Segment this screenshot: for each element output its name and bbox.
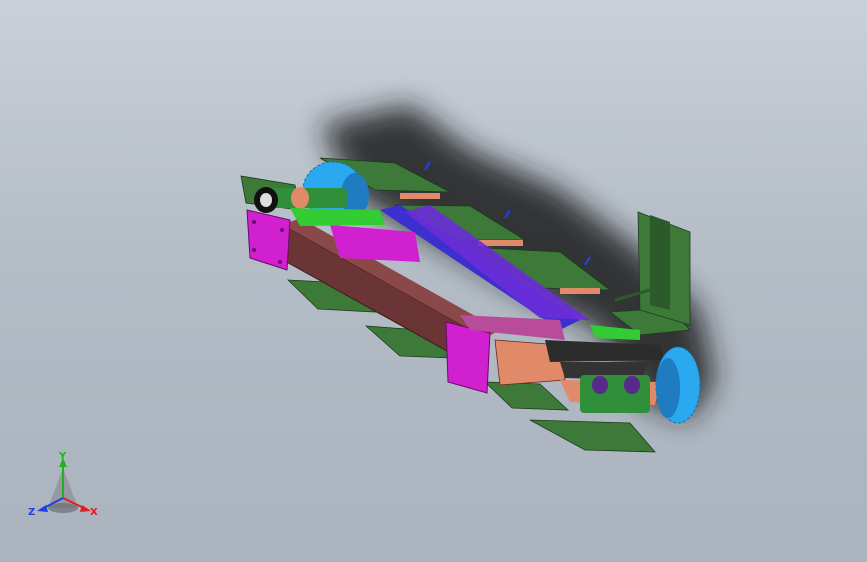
y-axis-label: Y [58, 451, 67, 462]
coordinate-triad: Y X Z [28, 451, 98, 518]
x-axis-label: X [90, 507, 98, 518]
graphics-viewport[interactable]: Y X Z [0, 0, 867, 562]
z-axis-label: Z [28, 507, 35, 518]
